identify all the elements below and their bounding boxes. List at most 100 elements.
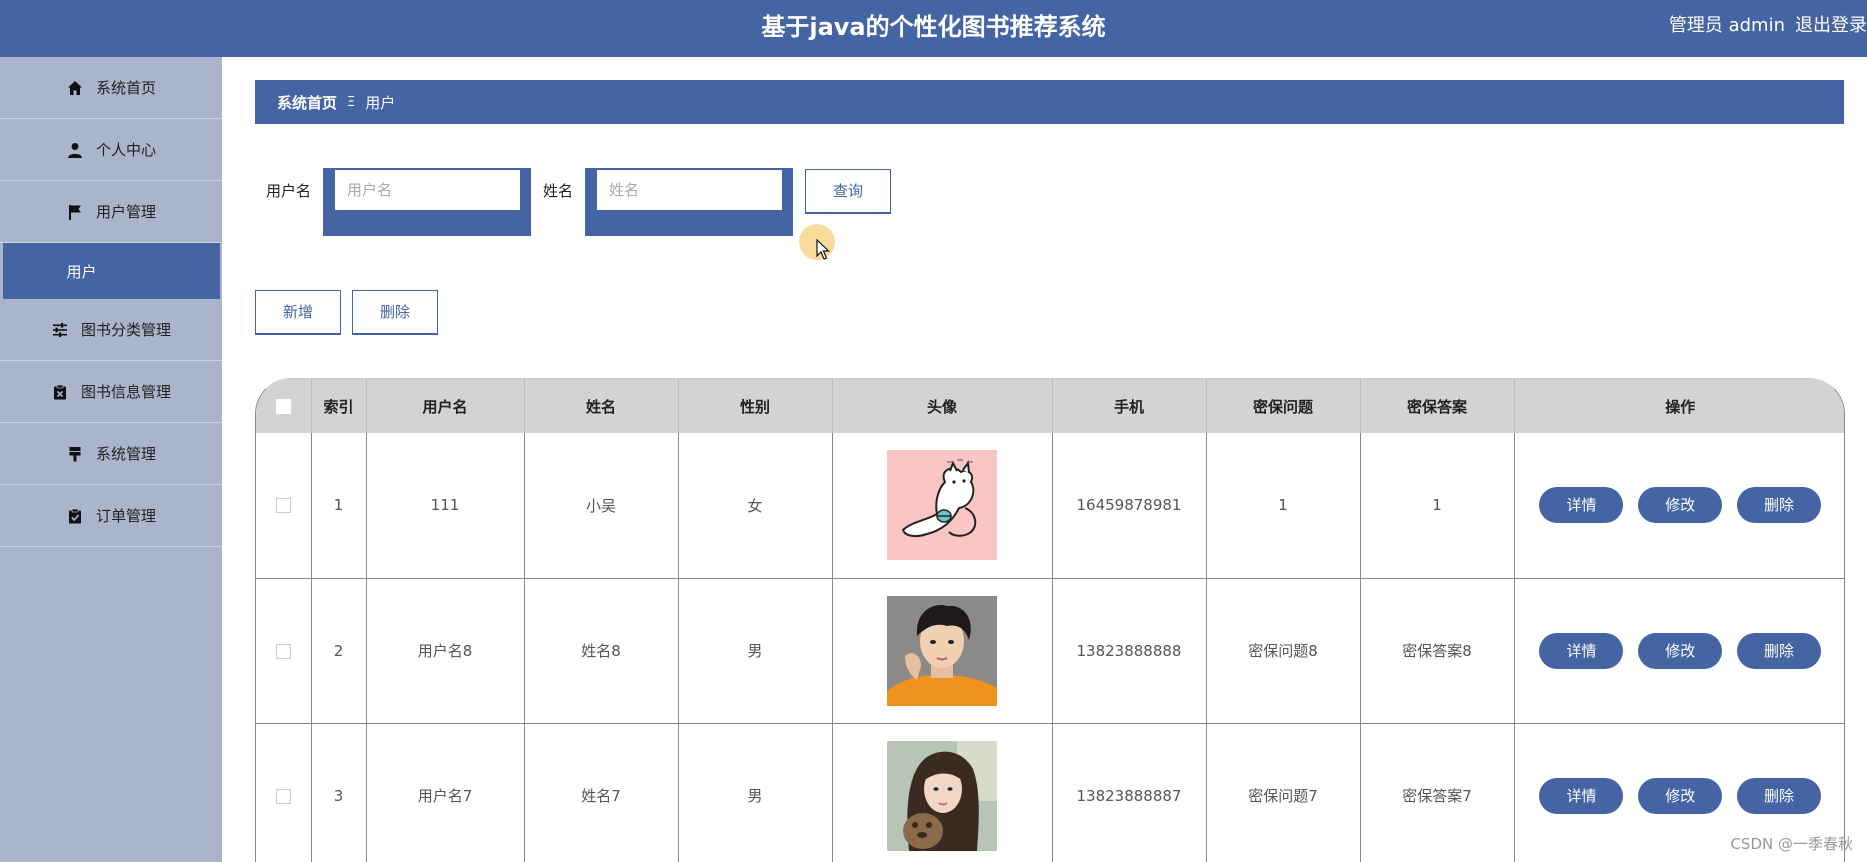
- name-field-box: [585, 168, 793, 236]
- username-field-box: [323, 168, 531, 236]
- row-select-cell[interactable]: [256, 723, 312, 862]
- sidebar-item-user-management[interactable]: 用户管理: [0, 181, 222, 243]
- app-title: 基于java的个性化图书推荐系统: [761, 13, 1106, 41]
- cartoon-cat-avatar: [887, 450, 997, 561]
- row-checkbox[interactable]: [275, 643, 291, 659]
- detail-button[interactable]: 详情: [1539, 632, 1624, 669]
- delete-button[interactable]: 删除: [1737, 777, 1822, 814]
- table-row: 1 111 小吴 女 16459878981 1 1 详情 修改 删除: [256, 433, 1844, 579]
- flag-icon: [66, 203, 84, 221]
- column-header: 姓名: [524, 379, 679, 433]
- column-header: 用户名: [366, 379, 525, 433]
- admin-label: 管理员 admin: [1668, 15, 1785, 36]
- table-row: 2 用户名8 姓名8 男 13823888888 密保问题8 密保答案8 详情 …: [256, 578, 1844, 724]
- query-button[interactable]: 查询: [805, 169, 891, 214]
- column-header: 密保问题: [1206, 379, 1361, 433]
- watermark: CSDN @一季春秋: [1730, 835, 1853, 853]
- avatar-cell: [832, 578, 1053, 724]
- sidebar-item-label: 图书分类管理: [80, 321, 171, 339]
- index-cell: 1: [311, 433, 367, 579]
- row-checkbox[interactable]: [275, 498, 291, 514]
- boy-photo-avatar: [887, 595, 997, 706]
- table-row: 3 用户名7 姓名7 男 13823888887 密保问题7 密保答案7 详情 …: [256, 723, 1844, 862]
- sidebar-item-profile[interactable]: 个人中心: [0, 119, 222, 181]
- phone-cell: 13823888887: [1052, 723, 1207, 862]
- question-cell: 密保问题7: [1206, 723, 1361, 862]
- avatar-cell: [832, 723, 1053, 862]
- name-label: 姓名: [543, 182, 574, 200]
- sidebar-item-home[interactable]: 系统首页: [0, 57, 222, 119]
- sidebar-item-label: 个人中心: [95, 141, 156, 159]
- select-all-header[interactable]: [256, 379, 312, 433]
- avatar-cell: [832, 433, 1053, 579]
- index-cell: 3: [311, 723, 367, 862]
- username-cell: 用户名7: [366, 723, 525, 862]
- edit-button[interactable]: 修改: [1638, 777, 1723, 814]
- column-header: 密保答案: [1360, 379, 1515, 433]
- edit-button[interactable]: 修改: [1638, 632, 1723, 669]
- column-header: 性别: [678, 379, 833, 433]
- sidebar-item-users[interactable]: 用户: [3, 243, 220, 299]
- detail-button[interactable]: 详情: [1539, 777, 1624, 814]
- column-header: 索引: [311, 379, 367, 433]
- detail-button[interactable]: 详情: [1539, 487, 1624, 524]
- sidebar-item-book-info[interactable]: 图书信息管理: [0, 361, 222, 423]
- column-header: 操作: [1514, 379, 1844, 433]
- gender-cell: 女: [678, 433, 833, 579]
- breadcrumb-home[interactable]: 系统首页: [277, 92, 337, 113]
- top-header: 基于java的个性化图书推荐系统 管理员 admin 退出登录: [0, 0, 1867, 57]
- sidebar-item-label: 系统首页: [95, 79, 156, 97]
- sliders-icon: [51, 321, 69, 339]
- logout-link[interactable]: 退出登录: [1795, 15, 1867, 36]
- breadcrumb-current: 用户: [365, 93, 396, 112]
- name-cell: 姓名7: [524, 723, 679, 862]
- row-select-cell[interactable]: [256, 433, 312, 579]
- sidebar-item-label: 系统管理: [95, 445, 156, 463]
- phone-cell: 13823888888: [1052, 578, 1207, 724]
- actions-cell: 详情 修改 删除: [1514, 578, 1844, 724]
- answer-cell: 密保答案7: [1360, 723, 1515, 862]
- girl-photo-avatar: [887, 740, 997, 851]
- index-cell: 2: [311, 578, 367, 724]
- breadcrumb: 系统首页 Ξ 用户: [255, 80, 1844, 124]
- sidebar-item-label: 用户: [66, 262, 97, 281]
- name-cell: 姓名8: [524, 578, 679, 724]
- column-header: 头像: [832, 379, 1053, 433]
- select-all-checkbox[interactable]: [275, 399, 291, 414]
- gender-cell: 男: [678, 578, 833, 724]
- row-checkbox[interactable]: [275, 788, 291, 804]
- column-header: 手机: [1052, 379, 1207, 433]
- home-icon: [66, 79, 84, 97]
- sidebar-item-label: 用户管理: [95, 203, 156, 221]
- question-cell: 密保问题8: [1206, 578, 1361, 724]
- actions-cell: 详情 修改 删除: [1514, 433, 1844, 579]
- edit-button[interactable]: 修改: [1638, 487, 1723, 524]
- name-cell: 小吴: [524, 433, 679, 579]
- sidebar-item-book-category[interactable]: 图书分类管理: [0, 299, 222, 361]
- delete-selected-button[interactable]: 删除: [352, 290, 438, 335]
- gender-cell: 男: [678, 723, 833, 862]
- person-icon: [66, 141, 84, 159]
- sidebar-item-orders[interactable]: 订单管理: [0, 485, 222, 547]
- table-header-row: 索引 用户名 姓名 性别 头像 手机 密保问题 密保答案 操作: [256, 379, 1844, 433]
- sidebar: 系统首页 个人中心 用户管理 用户 图书分类管理 图书信息管理 系统管理 订单管…: [0, 57, 222, 862]
- sidebar-item-system[interactable]: 系统管理: [0, 423, 222, 485]
- breadcrumb-separator: Ξ: [347, 94, 356, 110]
- answer-cell: 1: [1360, 433, 1515, 579]
- username-input[interactable]: [335, 170, 520, 210]
- delete-button[interactable]: 删除: [1737, 632, 1822, 669]
- mouse-cursor-icon: [816, 239, 830, 260]
- name-input[interactable]: [597, 170, 782, 210]
- delete-button[interactable]: 删除: [1737, 487, 1822, 524]
- username-cell: 用户名8: [366, 578, 525, 724]
- phone-cell: 16459878981: [1052, 433, 1207, 579]
- add-button[interactable]: 新增: [255, 290, 341, 335]
- username-label: 用户名: [266, 182, 312, 200]
- sidebar-item-label: 订单管理: [95, 507, 156, 525]
- row-select-cell[interactable]: [256, 578, 312, 724]
- username-cell: 111: [366, 433, 525, 579]
- question-cell: 1: [1206, 433, 1361, 579]
- user-area: 管理员 admin 退出登录: [1659, 0, 1867, 52]
- user-table: 索引 用户名 姓名 性别 头像 手机 密保问题 密保答案 操作 1 111 小吴…: [255, 378, 1845, 862]
- answer-cell: 密保答案8: [1360, 578, 1515, 724]
